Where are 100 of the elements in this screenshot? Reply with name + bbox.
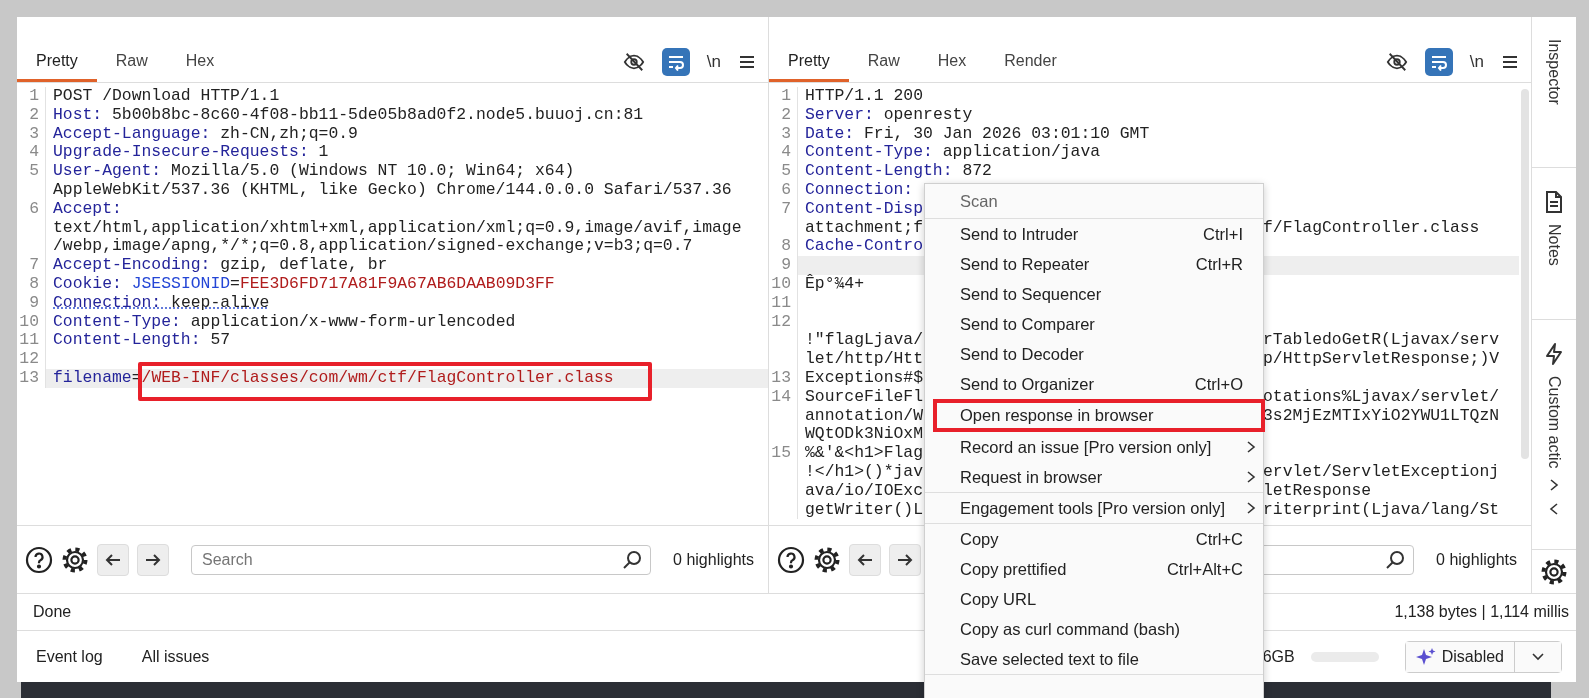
tab[interactable]: Render <box>985 42 1076 82</box>
code-line: Accept-Language: zh-CN,zh;q=0.9 <box>53 123 358 143</box>
menu-item[interactable]: Send to Organizer Ctrl+O <box>925 369 1263 399</box>
code-line: SourceFileFl <box>805 387 923 407</box>
tab[interactable]: Hex <box>166 42 234 82</box>
line-number: 3 <box>17 124 46 144</box>
line-number: 13 <box>769 368 798 388</box>
settings-icon[interactable] <box>813 545 841 574</box>
line-number: 2 <box>769 105 798 125</box>
code-line: 3s2MjEzMTIxYiO2YWU1LTQzN <box>1263 405 1500 425</box>
line-number: 12 <box>17 350 46 369</box>
line-number: 4 <box>769 143 798 163</box>
line-number: 12 <box>769 312 798 332</box>
sidebar-tab[interactable]: Inspector <box>1545 39 1563 105</box>
menu-item[interactable]: Copy URL <box>925 584 1263 614</box>
code-line: text/html,application/xhtml+xml,application/xml;q=0.9,image/avif,image <box>53 217 742 237</box>
tab[interactable]: Pretty <box>769 42 849 82</box>
newline-toggle[interactable]: \n <box>1469 52 1484 72</box>
line-number: 7 <box>769 199 798 219</box>
line-number: 10 <box>17 312 46 332</box>
search-icon <box>1385 549 1406 570</box>
menu-item[interactable]: Copy prettified Ctrl+Alt+C <box>925 554 1263 584</box>
menu-item[interactable]: Copy Ctrl+C <box>925 524 1263 554</box>
code-line: Cookie: JSESSIONID=FEE3D6FD717A81F9A67AB6DAAB09D3FF <box>53 273 555 293</box>
code-line: Connection: <box>805 180 914 199</box>
code-line: ava/io/IOExc <box>805 481 923 501</box>
highlighted-text: /WEB-INF/classes/com/wm/ctf/FlagController.class <box>137 361 652 401</box>
forward-button[interactable] <box>889 543 921 576</box>
settings-icon[interactable] <box>1540 557 1568 586</box>
code-line: /webp,image/apng,*/*;q=0.8,application/signed-exchange;v=b3;q=0.7 <box>53 236 693 256</box>
line-number: 8 <box>17 274 46 294</box>
code-line: !"flagLjava/ <box>805 331 923 351</box>
menu-item[interactable]: Save selected text to file <box>925 644 1263 674</box>
chevron-left-icon[interactable] <box>1548 502 1560 517</box>
code-line: Upgrade-Insecure-Requests: 1 <box>53 142 329 162</box>
menu-item[interactable]: Copy as curl command (bash) <box>925 614 1263 644</box>
code-line: WQtODk3NiOxM <box>805 424 924 444</box>
menu-icon[interactable] <box>1501 54 1519 70</box>
wrap-icon <box>1429 53 1448 71</box>
code-line: otations%Ljavax/servlet/ <box>1263 386 1500 406</box>
code-line: Cache-Contro <box>805 236 924 256</box>
tab[interactable]: Pretty <box>17 42 97 82</box>
lightning-icon[interactable] <box>1544 342 1564 366</box>
tab[interactable]: Raw <box>96 42 167 82</box>
bottom-tab[interactable]: All issues <box>141 647 210 666</box>
tab[interactable]: Hex <box>918 42 986 82</box>
highlight-count: 0 highlights <box>1435 550 1518 569</box>
code-line: attachment;f <box>805 218 923 238</box>
back-button[interactable] <box>849 543 881 576</box>
sidebar-tab[interactable]: Notes <box>1545 224 1563 266</box>
sidebar-tab[interactable]: Custom actic <box>1545 376 1563 469</box>
document-icon[interactable] <box>1544 190 1564 214</box>
line-number: 6 <box>17 199 46 219</box>
code-line: Server: openresty <box>805 104 973 124</box>
menu-item[interactable]: Request in browser <box>925 462 1263 492</box>
search-field[interactable]: Search <box>191 544 652 575</box>
line-number: 1 <box>769 87 798 106</box>
wrap-lines-button[interactable] <box>1424 48 1453 76</box>
help-icon[interactable] <box>25 545 53 574</box>
forward-button[interactable] <box>137 543 169 576</box>
menu-item[interactable]: Record an issue [Pro version only] <box>925 432 1263 462</box>
code-line: annotation/W <box>805 406 923 426</box>
hide-icon[interactable] <box>622 51 645 73</box>
line-number: 4 <box>17 143 46 163</box>
line-number: 15 <box>769 444 798 463</box>
code-line: p/HttpServletResponse;)V <box>1263 349 1500 369</box>
scrollbar[interactable] <box>1521 89 1529 459</box>
back-button[interactable] <box>97 543 129 576</box>
menu-item[interactable]: Engagement tools [Pro version only] <box>925 493 1263 523</box>
menu-item[interactable]: Send to Intruder Ctrl+I <box>925 219 1263 249</box>
code-line: ervlet/ServletExceptionj <box>1263 461 1500 481</box>
menu-item[interactable]: Send to Sequencer <box>925 279 1263 309</box>
newline-toggle[interactable]: \n <box>706 52 721 72</box>
line-number: 5 <box>769 162 798 181</box>
wrap-lines-button[interactable] <box>661 48 690 76</box>
code-line: rTabledoGetR(Ljavax/serv <box>1263 330 1500 350</box>
submenu-icon[interactable] <box>1245 470 1257 484</box>
ai-toggle-button[interactable]: Disabled <box>1405 641 1515 672</box>
code-line: Exceptions#$ <box>805 367 924 387</box>
submenu-icon[interactable] <box>1245 440 1257 454</box>
submenu-icon[interactable] <box>1245 501 1257 515</box>
menu-item[interactable]: Send to Decoder <box>925 339 1263 369</box>
code-line: Connection: keep-alive <box>53 292 270 312</box>
code-line: POST /Download HTTP/1.1 <box>53 86 280 105</box>
menu-item[interactable]: Send to Repeater Ctrl+R <box>925 249 1263 279</box>
chevron-right-icon[interactable] <box>1548 478 1560 493</box>
hide-icon[interactable] <box>1385 51 1408 73</box>
tab[interactable]: Raw <box>848 42 919 82</box>
search-icon <box>622 549 643 570</box>
highlight-count: 0 highlights <box>672 550 755 569</box>
line-number: 1 <box>17 87 46 106</box>
menu-item[interactable]: Send to Comparer <box>925 309 1263 339</box>
bottom-tab[interactable]: Event log <box>36 647 103 666</box>
settings-icon[interactable] <box>61 545 89 574</box>
menu-icon[interactable] <box>738 54 756 70</box>
code-line: Content-Type: application/java <box>805 142 1101 162</box>
code-line: let/http/Htt <box>805 350 923 369</box>
line-number: 8 <box>769 237 798 257</box>
menu-item[interactable]: Open response in browser <box>933 399 1265 432</box>
help-icon[interactable] <box>777 545 805 574</box>
